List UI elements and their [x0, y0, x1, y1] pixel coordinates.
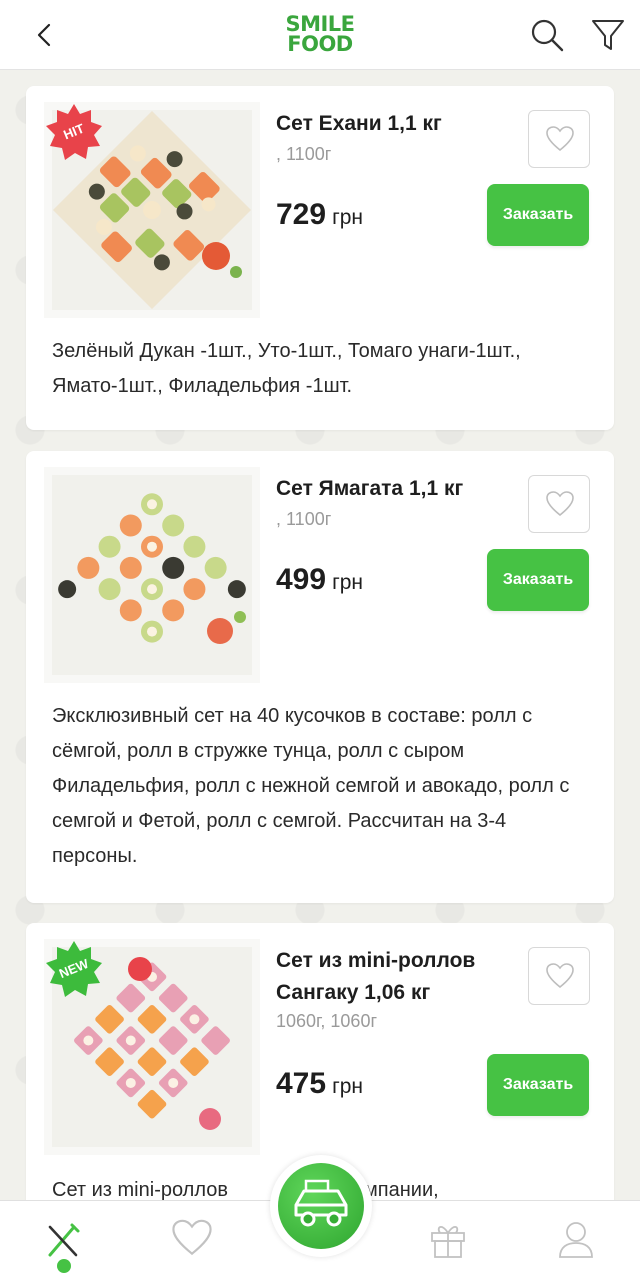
product-weight: , 1100г: [276, 509, 332, 529]
delivery-car-icon: [294, 1179, 348, 1227]
product-photo[interactable]: [44, 467, 260, 683]
filter-button[interactable]: [590, 16, 626, 54]
nav-promotions[interactable]: [428, 1219, 472, 1263]
sushi-set-illustration: [52, 475, 252, 675]
product-title[interactable]: Сет из mini-роллов Сангаку 1,06 кг: [276, 945, 516, 1009]
app-header: SMILE FOOD: [0, 0, 640, 70]
order-button[interactable]: Заказать: [487, 184, 589, 246]
product-price: 729 грн: [276, 198, 476, 232]
product-weight: 1060г, 1060г: [276, 1011, 378, 1031]
new-badge: NEW: [44, 939, 104, 999]
price-currency: грн: [332, 1075, 363, 1098]
product-description: Эксклюзивный сет на 40 кусочков в состав…: [52, 705, 570, 867]
product-title[interactable]: Сет Ехани 1,1 кг: [276, 108, 516, 140]
nav-profile[interactable]: [556, 1219, 600, 1263]
delivery-button[interactable]: [270, 1155, 372, 1257]
favorite-button[interactable]: [528, 947, 590, 1005]
gift-icon: [431, 1226, 465, 1258]
search-button[interactable]: [528, 16, 566, 54]
product-price: 475 грн: [276, 1067, 476, 1101]
price-value: 475: [276, 1067, 327, 1100]
product-price: 499 грн: [276, 563, 476, 597]
product-description: Зелёный Дукан -1шт., Уто-1шт., Томаго ун…: [52, 340, 521, 397]
hit-badge: HIT: [44, 102, 104, 162]
product-photo[interactable]: NEW: [44, 939, 260, 1155]
user-icon: [559, 1222, 593, 1258]
price-value: 729: [276, 198, 327, 231]
product-photo[interactable]: HIT: [44, 102, 260, 318]
product-title[interactable]: Сет Ямагата 1,1 кг: [276, 473, 516, 505]
heart-icon: [172, 1219, 212, 1256]
logo[interactable]: SMILE FOOD: [270, 14, 370, 58]
back-button[interactable]: [30, 20, 60, 50]
chevron-left-icon: [37, 23, 51, 47]
active-indicator: [57, 1259, 71, 1273]
favorite-button[interactable]: [528, 475, 590, 533]
menu-icon: [48, 1223, 80, 1257]
nav-favorites[interactable]: [172, 1219, 216, 1263]
product-card[interactable]: HIT Сет Ехани 1,1 кг , 1100г 729 грн Зака…: [26, 86, 614, 430]
price-value: 499: [276, 563, 327, 596]
filter-icon: [592, 20, 624, 50]
order-button[interactable]: Заказать: [487, 549, 589, 611]
heart-icon: [546, 963, 574, 989]
nav-menu[interactable]: [42, 1219, 86, 1263]
product-card[interactable]: Сет Ямагата 1,1 кг , 1100г 499 грн Заказа…: [26, 451, 614, 903]
search-icon: [531, 19, 564, 52]
heart-icon: [546, 491, 574, 517]
logo-line2: FOOD: [287, 32, 353, 56]
logo-line1: SMILE: [285, 12, 355, 36]
price-currency: грн: [332, 571, 363, 594]
order-button[interactable]: Заказать: [487, 1054, 589, 1116]
product-weight: , 1100г: [276, 144, 332, 164]
heart-icon: [546, 126, 574, 152]
favorite-button[interactable]: [528, 110, 590, 168]
price-currency: грн: [332, 206, 363, 229]
